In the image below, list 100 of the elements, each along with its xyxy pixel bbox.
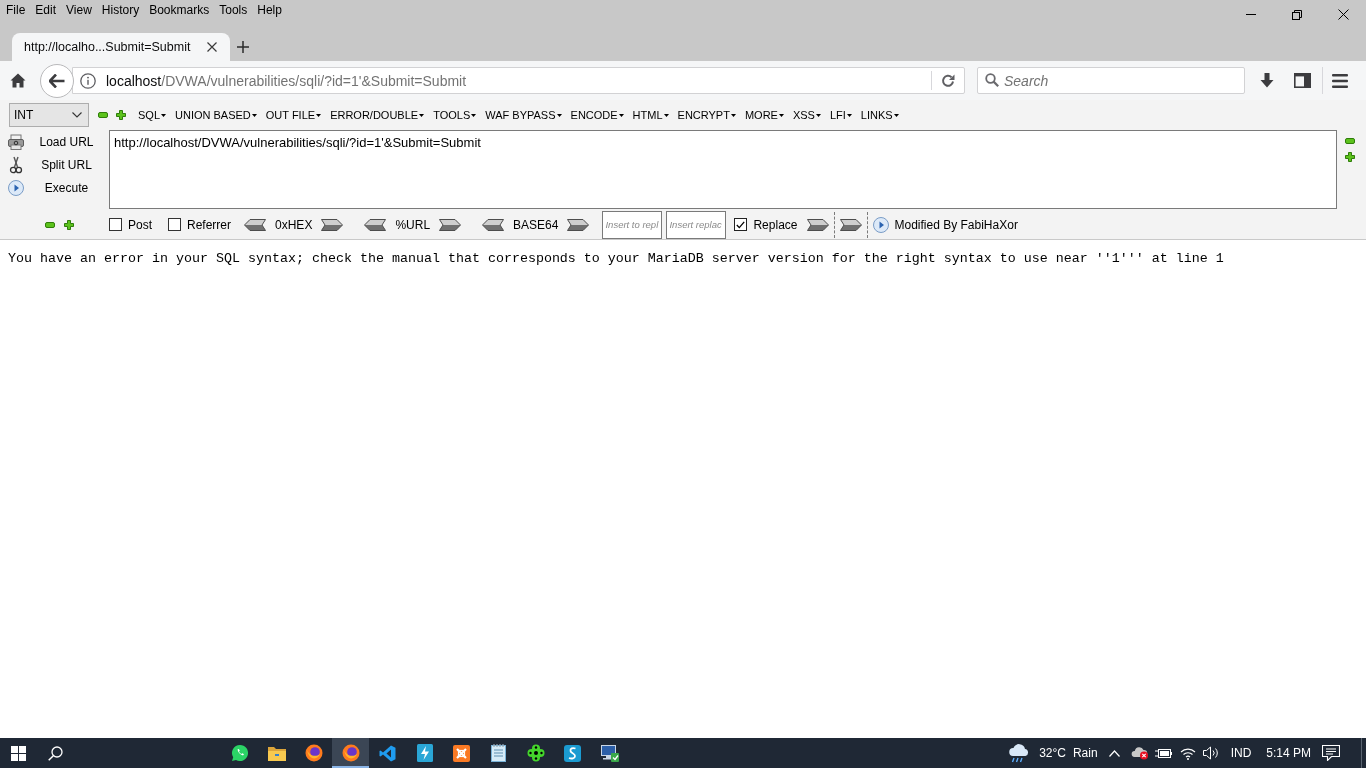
home-icon[interactable] xyxy=(10,73,26,88)
menu-button[interactable]: OUT FILE xyxy=(265,109,322,121)
caret-icon xyxy=(846,113,852,117)
printer-icon xyxy=(8,133,24,150)
url-textarea[interactable]: http://localhost/DVWA/vulnerabilities/sqli/?id=1'&Submit=Submit xyxy=(109,130,1337,209)
plus-icon[interactable] xyxy=(116,110,126,120)
code-icon xyxy=(379,744,396,762)
chat-bubble-icon xyxy=(230,744,249,762)
menu-button[interactable]: ENCODE xyxy=(570,109,624,121)
menu-button[interactable]: SQL xyxy=(138,109,166,121)
search-icon[interactable] xyxy=(47,745,63,761)
menu-item[interactable]: Bookmarks xyxy=(144,0,215,20)
wifi-icon[interactable] xyxy=(1179,746,1196,760)
left-arrow-icon[interactable] xyxy=(364,218,387,231)
chevron-down-icon xyxy=(72,112,82,118)
temperature-text: 32°C xyxy=(1039,746,1066,760)
chevron-up-icon[interactable] xyxy=(1108,749,1120,757)
action-button[interactable]: Split URL xyxy=(8,153,109,176)
menu-item[interactable]: File xyxy=(1,0,31,20)
minus-icon[interactable] xyxy=(98,112,108,118)
action-button[interactable]: Load URL xyxy=(8,130,109,153)
cross-tile-icon xyxy=(453,744,470,762)
menu-item[interactable]: Edit xyxy=(30,0,62,20)
minus-icon[interactable] xyxy=(45,221,55,228)
menu-icon[interactable] xyxy=(1332,73,1348,88)
replace-input[interactable]: Insert to repl xyxy=(602,210,663,239)
caret-icon xyxy=(815,113,821,117)
globe-icon xyxy=(341,744,360,762)
plus-icon[interactable] xyxy=(64,219,74,230)
language-indicator[interactable]: IND xyxy=(1230,746,1252,760)
browser-tab[interactable]: http://localho...Submit=Submit xyxy=(12,33,230,61)
cloud-error-icon[interactable] xyxy=(1130,746,1149,760)
menu-button[interactable]: ERROR/DOUBLE xyxy=(330,109,425,121)
menu-button[interactable]: WAF BYPASS xyxy=(485,109,562,121)
error-message: You have an error in your SQL syntax; check the manual that corresponds to your MariaDB server version for the right syntax to use near ''1''' at line 1 xyxy=(8,251,1224,266)
caret-icon xyxy=(251,113,257,117)
encoder-label: %URL xyxy=(395,217,431,232)
close-icon[interactable] xyxy=(207,42,217,52)
caret-icon xyxy=(893,113,899,117)
menu-button[interactable]: MORE xyxy=(744,109,784,121)
menu-item[interactable]: History xyxy=(96,0,145,20)
type-select[interactable]: INT xyxy=(9,103,89,127)
checkbox-label: Referrer xyxy=(187,217,232,232)
right-arrow-icon[interactable] xyxy=(567,218,590,231)
menu-item[interactable]: Tools xyxy=(214,0,253,20)
menu-button[interactable]: LFI xyxy=(829,109,852,121)
address-bar[interactable]: localhost/DVWA/vulnerabilities/sqli/?id=1'&Submit=Submit xyxy=(72,67,965,94)
menu-item[interactable]: View xyxy=(61,0,97,20)
curve-tile-icon xyxy=(564,744,581,762)
scissors-icon xyxy=(8,155,24,174)
minus-icon[interactable] xyxy=(1345,138,1355,144)
close-icon[interactable] xyxy=(1337,9,1349,20)
checkbox[interactable] xyxy=(109,218,122,231)
left-arrow-icon[interactable] xyxy=(482,218,505,231)
right-arrow-icon[interactable] xyxy=(840,218,863,231)
rain-cloud-icon[interactable] xyxy=(1008,743,1031,763)
caret-icon xyxy=(471,113,477,117)
tick-icon xyxy=(736,220,746,229)
checkbox-label: Replace xyxy=(753,217,798,232)
right-arrow-icon[interactable] xyxy=(807,218,830,231)
lightning-icon xyxy=(416,744,433,762)
menu-button[interactable]: UNION BASED xyxy=(175,109,257,121)
left-arrow-icon[interactable] xyxy=(244,218,267,231)
checkbox[interactable] xyxy=(734,218,748,231)
right-arrow-icon[interactable] xyxy=(439,218,462,231)
encoder-label: 0xHEX xyxy=(275,217,313,232)
caret-icon xyxy=(316,113,322,117)
plus-icon[interactable] xyxy=(1345,152,1355,162)
caret-icon xyxy=(778,113,784,117)
checkbox[interactable] xyxy=(168,218,181,231)
menu-button[interactable]: ENCRYPT xyxy=(677,109,736,121)
menu-button[interactable]: XSS xyxy=(792,109,821,121)
flower-icon xyxy=(526,744,545,762)
download-icon[interactable] xyxy=(1260,73,1274,88)
menu-item[interactable]: Help xyxy=(252,0,287,20)
caret-icon xyxy=(161,113,166,117)
battery-icon[interactable] xyxy=(1154,747,1172,759)
play-icon[interactable] xyxy=(873,216,890,233)
notification-icon[interactable] xyxy=(1322,745,1340,761)
right-arrow-icon[interactable] xyxy=(321,218,344,231)
credit-text: Modified By FabiHaXor xyxy=(894,217,1018,232)
play-icon xyxy=(8,179,24,196)
menu-button[interactable]: LINKS xyxy=(860,109,899,121)
back-button[interactable] xyxy=(40,63,74,98)
plus-icon[interactable] xyxy=(237,41,249,53)
restore-icon[interactable] xyxy=(1292,9,1302,20)
menu-button[interactable]: HTML xyxy=(632,109,669,121)
sidebar-icon[interactable] xyxy=(1293,73,1311,88)
menu-button[interactable]: TOOLS xyxy=(433,109,477,121)
windows-icon[interactable] xyxy=(10,745,26,761)
reload-icon[interactable] xyxy=(941,73,955,88)
replace-input[interactable]: Insert replac xyxy=(666,210,727,239)
search-icon xyxy=(985,73,999,87)
caret-icon xyxy=(730,113,736,117)
info-icon[interactable] xyxy=(80,72,96,89)
speaker-icon[interactable] xyxy=(1202,746,1219,760)
search-field[interactable]: Search xyxy=(977,67,1245,94)
encoder-label: BASE64 xyxy=(513,217,559,232)
action-button[interactable]: Execute xyxy=(8,176,109,199)
clock-text[interactable]: 5:14 PM xyxy=(1266,746,1311,760)
